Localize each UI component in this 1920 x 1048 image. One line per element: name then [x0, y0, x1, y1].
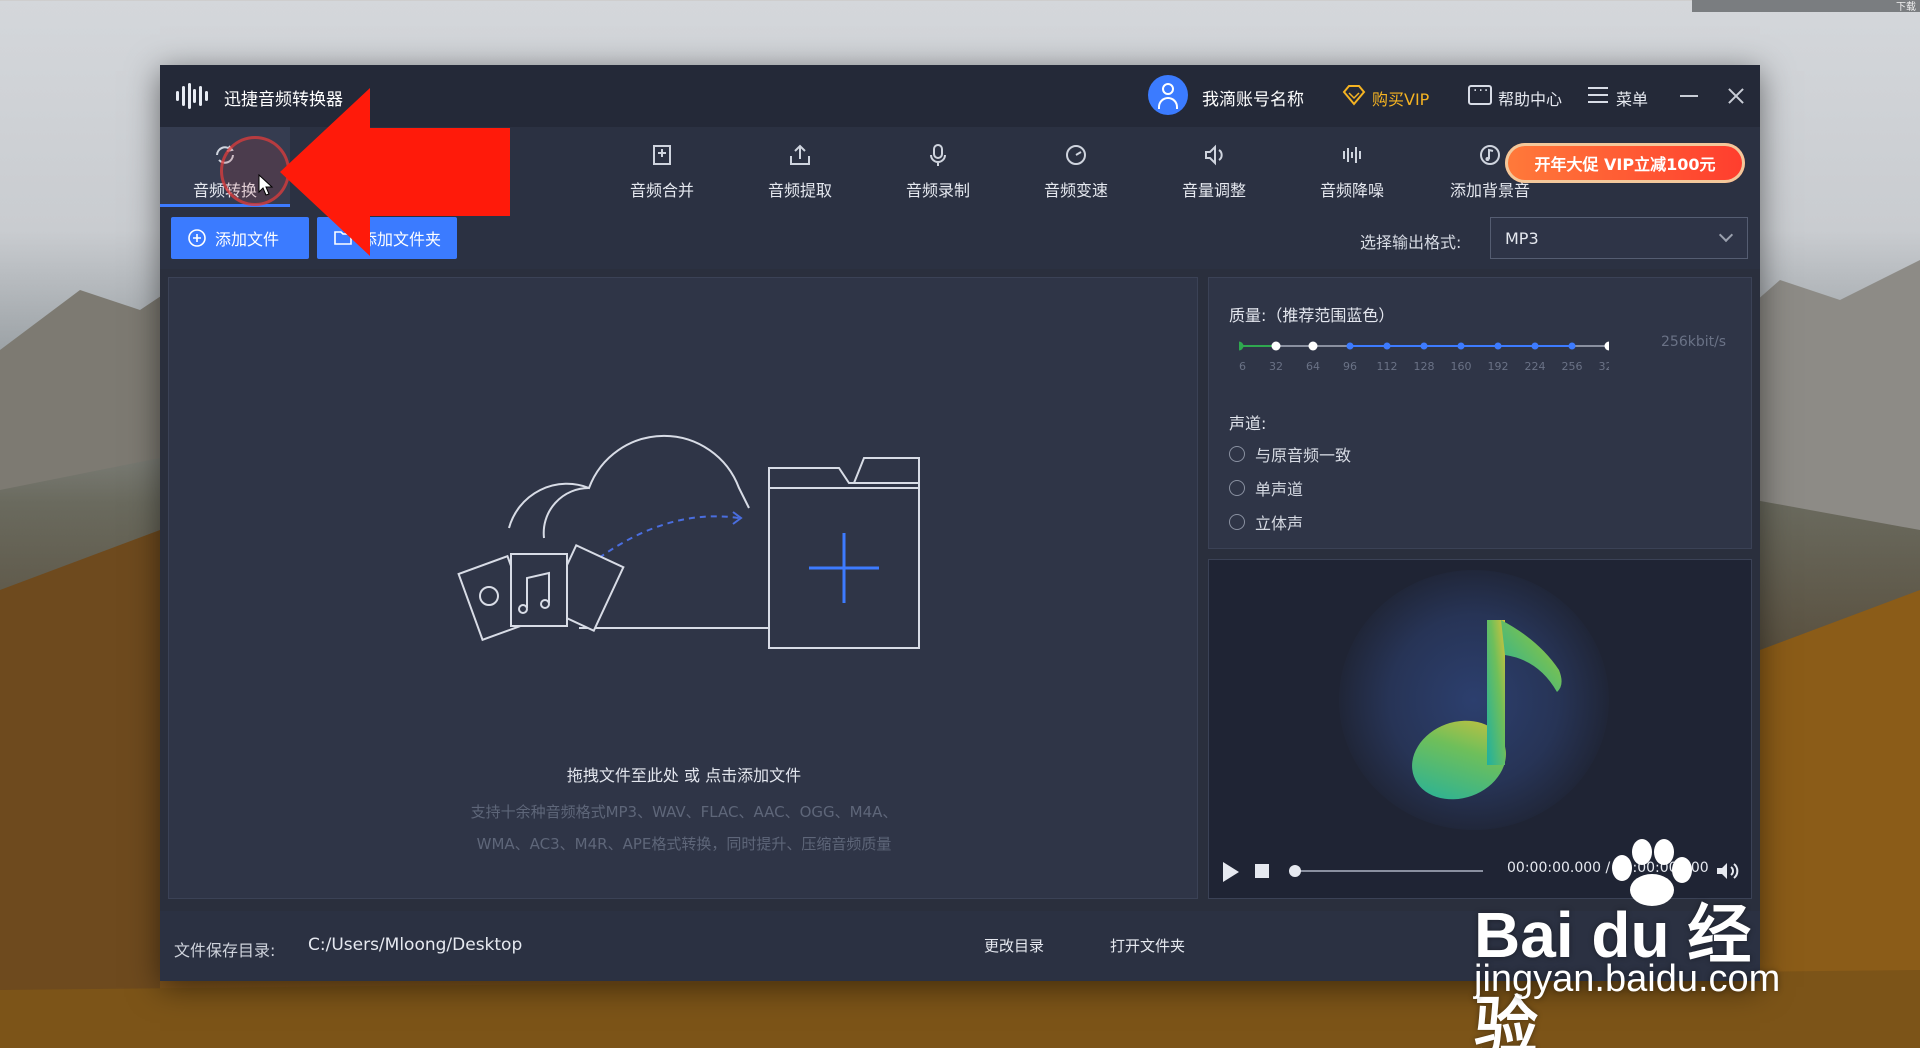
output-format-value: MP3 — [1505, 229, 1539, 248]
avatar-icon[interactable] — [1148, 75, 1188, 115]
channel-option-stereo[interactable]: 立体声 — [1229, 510, 1303, 534]
quality-tick-dot[interactable] — [1494, 342, 1502, 350]
quality-tick-dot[interactable] — [1271, 341, 1281, 351]
seek-handle[interactable] — [1289, 865, 1301, 877]
quality-tick-label: 320 — [1599, 360, 1610, 373]
quality-tick-dot[interactable] — [1383, 342, 1391, 350]
buy-vip-link[interactable]: 购买VIP — [1372, 86, 1429, 110]
tab-audio-record[interactable]: 音频录制 — [873, 127, 1003, 207]
quality-value: 256kbit/s — [1661, 334, 1727, 350]
radio-button[interactable] — [1229, 446, 1245, 462]
quality-tick-label: 128 — [1414, 360, 1435, 373]
settings-panel: 质量:（推荐范围蓝色） 16 32 64 96 112 128 160 192 224 256 32… — [1208, 277, 1752, 549]
seek-bar[interactable] — [1293, 870, 1483, 872]
play-icon[interactable] — [1223, 862, 1239, 882]
quality-tick-label: 224 — [1525, 360, 1546, 373]
tab-label: 音量调整 — [1181, 181, 1246, 200]
diamond-icon[interactable] — [1342, 84, 1366, 106]
close-button[interactable] — [1720, 81, 1752, 111]
cloud-folder-illustration — [457, 434, 920, 649]
stop-icon[interactable] — [1255, 864, 1269, 878]
tab-volume-adjust[interactable]: 音量调整 — [1149, 127, 1279, 207]
change-dir-button[interactable]: 更改目录 — [984, 935, 1044, 956]
desktop-top-strip: 下载 — [1692, 0, 1920, 13]
watermark-sub: jingyan.baidu.com — [1474, 958, 1781, 1000]
quality-tick-label: 192 — [1488, 360, 1509, 373]
tab-audio-extract[interactable]: 音频提取 — [735, 127, 865, 207]
plus-circle-icon — [188, 229, 206, 247]
output-format-select[interactable]: MP3 — [1490, 217, 1748, 259]
speed-icon — [1066, 145, 1086, 165]
channel-option-mono[interactable]: 单声道 — [1229, 476, 1303, 500]
tab-label: 音频合并 — [629, 181, 694, 200]
tab-audio-merge[interactable]: 音频合并 — [597, 127, 727, 207]
menu-button[interactable]: 菜单 — [1616, 86, 1648, 110]
baidu-watermark: Bai du 经验 jingyan.baidu.com — [1474, 838, 1814, 1048]
red-arrow-annotation — [280, 88, 510, 256]
channel-option-label: 单声道 — [1255, 480, 1304, 499]
output-format-label: 选择输出格式: — [1360, 233, 1462, 252]
quality-tick-label: 16 — [1239, 360, 1246, 373]
promo-banner[interactable]: 开年大促 VIP立减100元 — [1505, 143, 1745, 183]
open-folder-button[interactable]: 打开文件夹 — [1110, 935, 1185, 956]
quality-tick-label: 32 — [1269, 360, 1283, 373]
save-dir-label: 文件保存目录: — [174, 941, 276, 960]
export-icon — [790, 144, 810, 165]
quality-tick-dot[interactable] — [1531, 342, 1539, 350]
quality-tick-dot[interactable] — [1457, 342, 1465, 350]
drop-description-line: WMA、AC3、M4R、APE格式转换，同时提升、压缩音频质量 — [476, 835, 892, 853]
hamburger-icon[interactable] — [1588, 87, 1608, 103]
channel-option-original[interactable]: 与原音频一致 — [1229, 442, 1351, 466]
quality-tick-dot[interactable] — [1604, 341, 1610, 351]
quality-tick-label: 160 — [1451, 360, 1472, 373]
channel-option-label: 立体声 — [1255, 514, 1304, 533]
radio-button[interactable] — [1229, 480, 1245, 496]
save-dir-path: C:/Users/Mloong/Desktop — [308, 935, 523, 955]
chevron-down-icon — [1718, 227, 1734, 243]
add-file-label: 添加文件 — [215, 230, 280, 249]
quality-tick-label: 256 — [1562, 360, 1583, 373]
file-drop-zone[interactable]: 拖拽文件至此处 或 点击添加文件 支持十余种音频格式MP3、WAV、FLAC、A… — [168, 277, 1198, 899]
tab-label: 音频变速 — [1043, 181, 1108, 200]
quality-tick-dot[interactable] — [1308, 341, 1318, 351]
quality-tick-label: 96 — [1343, 360, 1357, 373]
quality-tick-dot[interactable] — [1239, 341, 1244, 351]
drop-description-line: 支持十余种音频格式MP3、WAV、FLAC、AAC、OGG、M4A、 — [470, 803, 898, 821]
mouse-cursor-icon — [258, 174, 274, 196]
quality-tick-label: 112 — [1377, 360, 1398, 373]
chat-icon[interactable] — [1468, 83, 1492, 105]
quality-tick-dot[interactable] — [1568, 342, 1576, 350]
quality-slider[interactable]: 16 32 64 96 112 128 160 192 224 256 320 — [1239, 334, 1609, 378]
quality-tick-label: 64 — [1306, 360, 1320, 373]
app-logo-icon — [176, 83, 208, 109]
drop-description: 支持十余种音频格式MP3、WAV、FLAC、AAC、OGG、M4A、 WMA、A… — [419, 796, 949, 860]
minimize-button[interactable] — [1672, 81, 1704, 111]
speaker-icon — [1205, 144, 1223, 166]
channel-option-label: 与原音频一致 — [1255, 446, 1352, 465]
desktop-corner-text: 下载 — [1896, 2, 1916, 13]
tab-label: 音频录制 — [905, 181, 970, 200]
drop-hint-text: 拖拽文件至此处 或 点击添加文件 — [566, 766, 802, 785]
equalizer-icon — [1343, 147, 1361, 163]
music-icon — [1480, 145, 1500, 165]
tab-audio-speed[interactable]: 音频变速 — [1011, 127, 1141, 207]
tab-label: 音频提取 — [767, 181, 832, 200]
tab-noise-reduce[interactable]: 音频降噪 — [1287, 127, 1417, 207]
quality-label: 质量:（推荐范围蓝色） — [1229, 306, 1395, 325]
radio-button[interactable] — [1229, 514, 1245, 530]
quality-tick-dot[interactable] — [1346, 342, 1354, 350]
account-name[interactable]: 我滴账号名称 — [1202, 85, 1304, 110]
merge-icon — [653, 145, 671, 165]
tab-label: 音频降噪 — [1319, 181, 1384, 200]
help-center-link[interactable]: 帮助中心 — [1498, 86, 1562, 110]
channel-label: 声道: — [1229, 414, 1267, 433]
music-note-icon — [1412, 620, 1562, 800]
microphone-icon — [930, 144, 946, 166]
quality-tick-dot[interactable] — [1420, 342, 1428, 350]
